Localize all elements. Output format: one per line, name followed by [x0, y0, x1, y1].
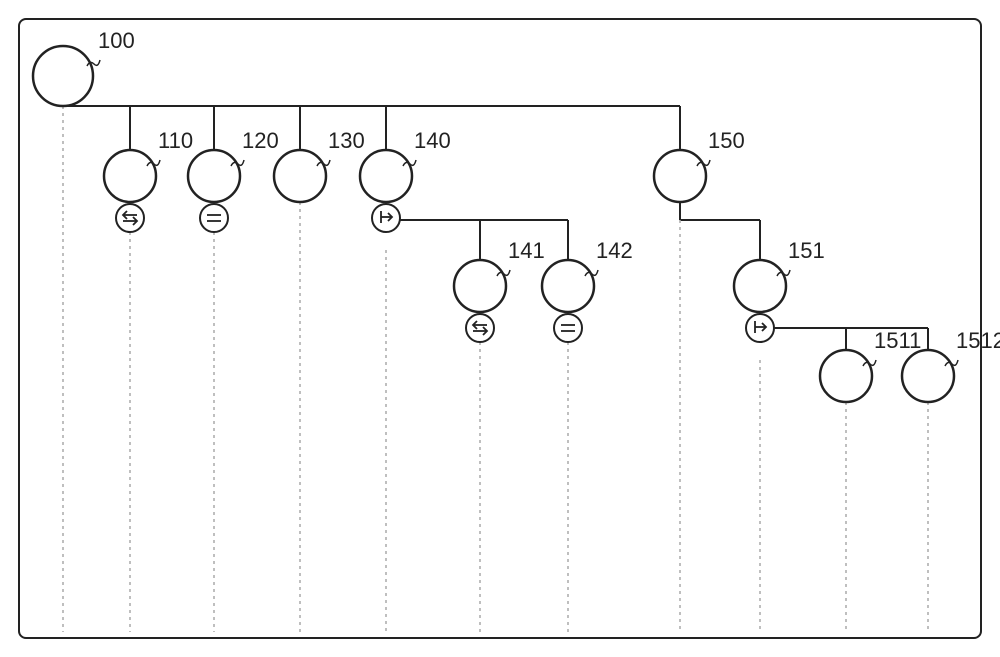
diagram-canvas: 100 110 120 130 140 150 141 142 151 1511 1512	[0, 0, 1000, 657]
node-n140: 140	[360, 128, 451, 232]
node-label: 100	[98, 28, 135, 53]
node-label: 110	[158, 128, 193, 153]
node-circle	[542, 260, 594, 312]
node-n141: 141	[454, 238, 545, 342]
node-circle	[104, 150, 156, 202]
equal-icon	[200, 204, 228, 232]
node-circle	[902, 350, 954, 402]
node-n150: 150	[654, 128, 745, 202]
node-label: 140	[414, 128, 451, 153]
branch-icon	[746, 314, 774, 342]
node-circle	[820, 350, 872, 402]
node-circle	[734, 260, 786, 312]
node-label: 142	[596, 238, 633, 263]
node-label: 1512	[956, 328, 1000, 353]
node-label: 151	[788, 238, 825, 263]
node-label: 120	[242, 128, 279, 153]
node-label: 1511	[874, 328, 921, 353]
node-n110: 110	[104, 128, 193, 232]
branch-icon	[372, 204, 400, 232]
node-circle	[654, 150, 706, 202]
node-n130: 130	[274, 128, 365, 202]
node-n120: 120	[188, 128, 279, 232]
node-circle	[360, 150, 412, 202]
swap-icon	[466, 314, 494, 342]
node-label: 141	[508, 238, 545, 263]
node-circle	[274, 150, 326, 202]
node-circle	[33, 46, 93, 106]
node-n151: 151	[734, 238, 825, 342]
node-circle	[188, 150, 240, 202]
node-n100: 100	[33, 28, 135, 106]
equal-icon	[554, 314, 582, 342]
node-label: 150	[708, 128, 745, 153]
node-n142: 142	[542, 238, 633, 342]
node-circle	[454, 260, 506, 312]
node-label: 130	[328, 128, 365, 153]
swap-icon	[116, 204, 144, 232]
